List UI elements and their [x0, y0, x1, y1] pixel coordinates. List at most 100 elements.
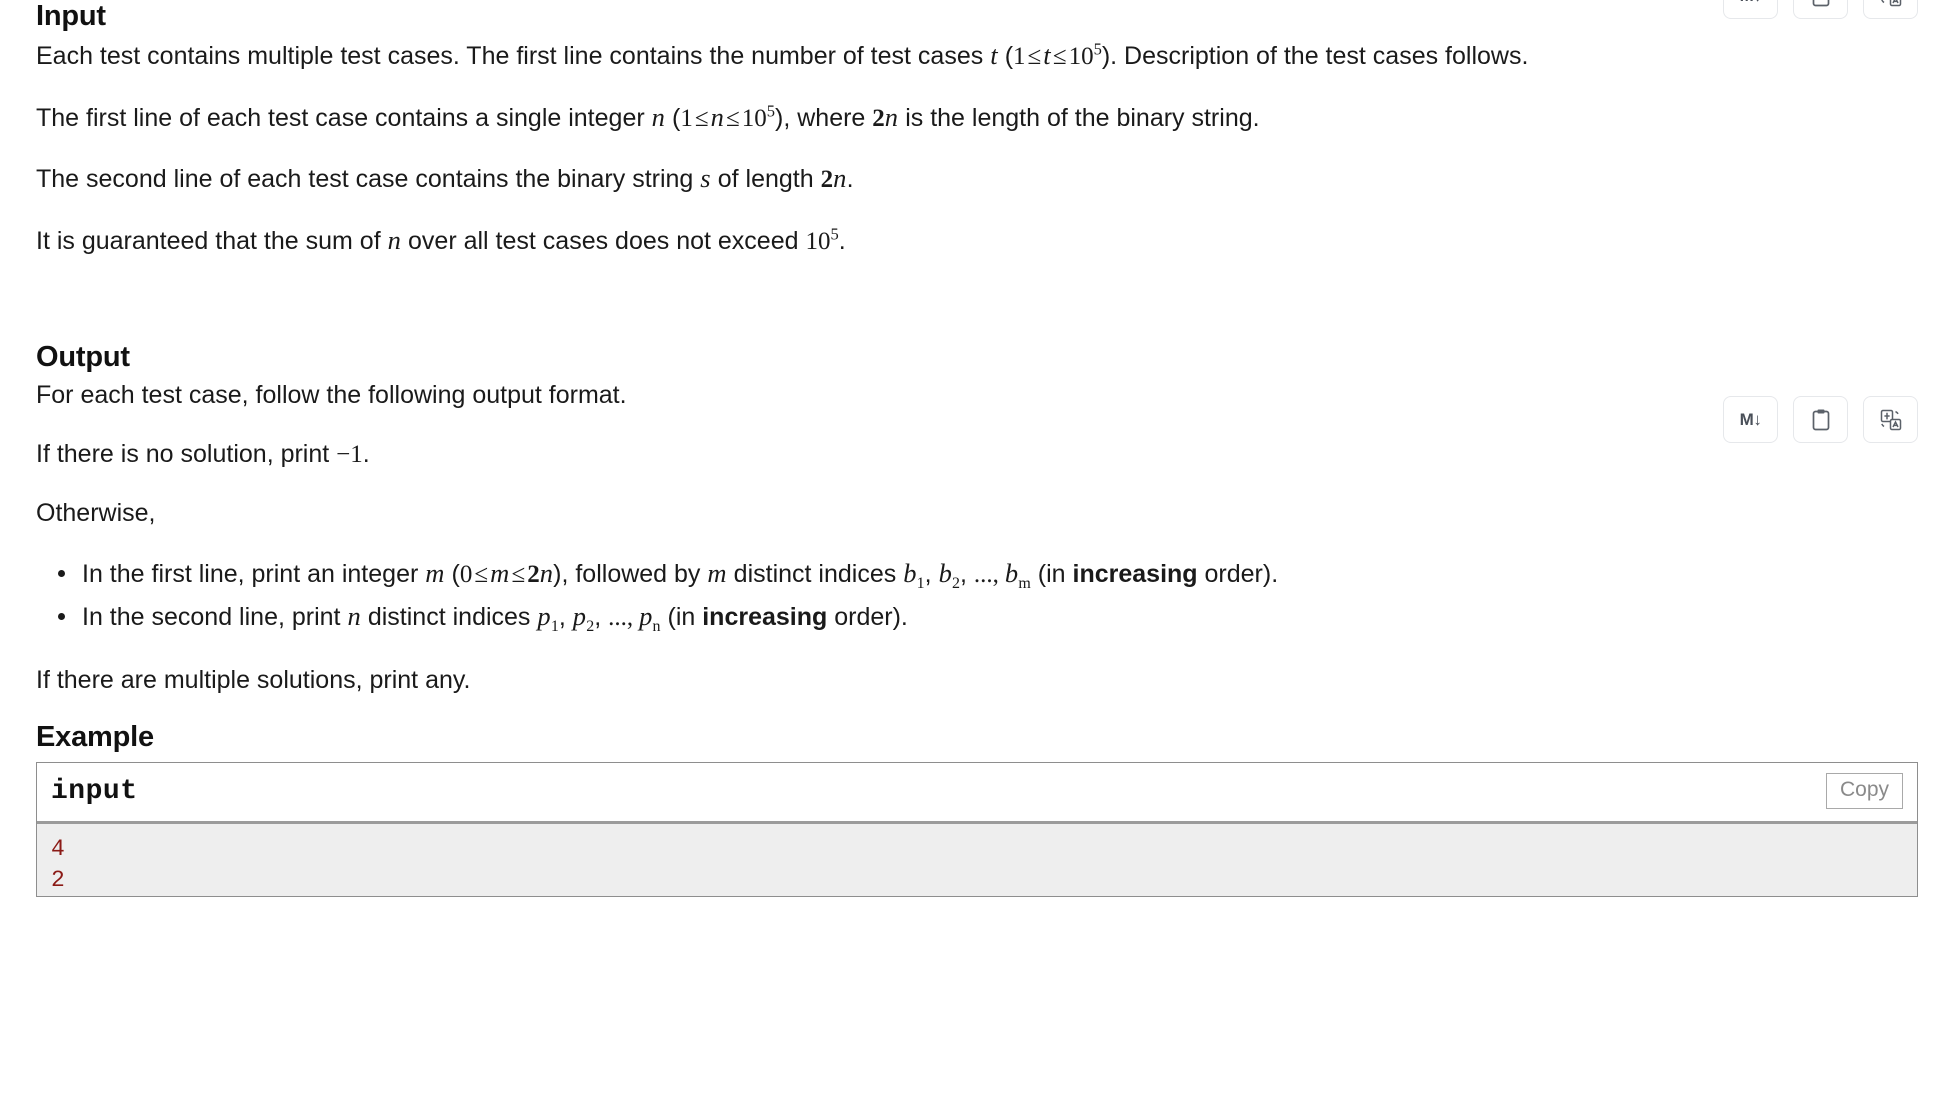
- math-le: ≤: [1027, 43, 1042, 70]
- math-var-p: p: [537, 601, 551, 632]
- translate-button[interactable]: [1863, 0, 1918, 19]
- text-run: .: [838, 226, 846, 255]
- math-num-10: 10: [1068, 43, 1094, 70]
- math-subscript: 1: [550, 618, 559, 636]
- math-var-s: s: [700, 163, 711, 193]
- math-num-2: 2: [527, 560, 540, 588]
- text-run: (: [997, 42, 1014, 70]
- list-item: In the second line, print n distinct ind…: [58, 598, 1918, 639]
- output-format-list: In the first line, print an integer m (0…: [36, 555, 1918, 639]
- math-num-10: 10: [805, 227, 831, 255]
- math-subscript: 2: [586, 618, 595, 636]
- translate-icon: [1880, 0, 1901, 6]
- math-num-0: 0: [459, 560, 473, 588]
- example-block-title: input: [51, 775, 138, 807]
- math-subscript: 2: [952, 574, 961, 592]
- math-exponent: 5: [766, 101, 776, 121]
- text-run: over all test cases does not exceed: [401, 226, 806, 255]
- text-run: ,: [924, 559, 939, 588]
- text-run: (in: [660, 603, 703, 632]
- math-subscript: 1: [916, 574, 925, 592]
- text-run: The first line of each test case contain…: [36, 103, 652, 132]
- output-section-heading: Output: [36, 341, 130, 373]
- math-var-t: t: [1043, 40, 1051, 70]
- text-run: ,: [960, 559, 974, 588]
- text-run: In the first line, print an integer: [82, 559, 426, 588]
- copy-button[interactable]: Copy: [1825, 773, 1903, 809]
- math-ellipsis: ...,: [973, 560, 999, 588]
- translate-icon: [1880, 409, 1901, 430]
- math-ellipsis: ...,: [608, 604, 634, 632]
- text-run: distinct indices: [726, 559, 904, 588]
- list-item: In the first line, print an integer m (0…: [58, 555, 1918, 596]
- text-run: Each test contains multiple test cases. …: [36, 42, 991, 70]
- math-var-n: n: [884, 101, 899, 132]
- math-exponent: 5: [830, 224, 839, 244]
- text-run: is the length of the binary string.: [898, 103, 1260, 132]
- math-var-n: n: [651, 101, 666, 132]
- math-le: ≤: [1052, 43, 1067, 70]
- input-section-heading: Input: [36, 0, 106, 32]
- text-run: ,: [594, 603, 609, 632]
- markdown-download-icon: M↓: [1740, 0, 1762, 6]
- markdown-download-button-output[interactable]: M↓: [1723, 396, 1778, 443]
- action-toolbar-top: M↓: [1723, 0, 1918, 19]
- math-num-2: 2: [872, 104, 885, 132]
- math-var-n: n: [347, 601, 361, 632]
- copy-clipboard-button-output[interactable]: [1793, 396, 1848, 443]
- markdown-download-icon: M↓: [1739, 409, 1762, 429]
- math-var-p: p: [639, 601, 653, 632]
- text-run: It is guaranteed that the sum of: [36, 226, 388, 255]
- example-code-body: 4 2: [37, 823, 1917, 896]
- text-run: ), followed by: [553, 559, 708, 588]
- copy-clipboard-button[interactable]: [1793, 0, 1848, 19]
- text-run: .: [846, 165, 854, 193]
- output-paragraph-2: If there is no solution, print −1.: [36, 437, 1836, 473]
- math-var-m: m: [425, 557, 445, 588]
- math-le: ≤: [694, 104, 709, 132]
- input-paragraph-4: It is guaranteed that the sum of n over …: [36, 222, 1836, 260]
- math-num-1: 1: [1013, 43, 1026, 70]
- math-num-1: 1: [680, 104, 693, 132]
- math-num-10: 10: [741, 104, 767, 132]
- text-run: The second line of each test case contai…: [36, 165, 701, 193]
- code-line: 4: [51, 835, 65, 862]
- code-line: 2: [51, 866, 65, 893]
- problem-statement-page: M↓ M↓: [0, 0, 1954, 897]
- math-var-b: b: [938, 557, 953, 588]
- emphasis-increasing: increasing: [702, 603, 828, 632]
- math-var-m: m: [490, 557, 510, 588]
- math-var-t: t: [990, 40, 998, 70]
- text-run: In the second line, print: [82, 603, 348, 632]
- math-var-n: n: [387, 224, 402, 255]
- markdown-download-button[interactable]: M↓: [1723, 0, 1778, 19]
- text-run: ), where: [775, 103, 873, 132]
- input-paragraph-2: The first line of each test case contain…: [36, 99, 1836, 137]
- text-run: (in: [1030, 559, 1073, 588]
- clipboard-icon: [1812, 0, 1829, 6]
- input-paragraph-3: The second line of each test case contai…: [36, 160, 1836, 198]
- text-run: .: [362, 439, 370, 468]
- input-paragraph-1: Each test contains multiple test cases. …: [36, 37, 1836, 75]
- output-paragraph-1: For each test case, follow the following…: [36, 381, 627, 409]
- text-run: order).: [827, 603, 908, 632]
- text-run: (: [444, 559, 460, 588]
- text-run: distinct indices: [360, 603, 538, 632]
- output-paragraph-4: If there are multiple solutions, print a…: [36, 665, 471, 694]
- math-var-n: n: [710, 101, 725, 132]
- emphasis-increasing: increasing: [1072, 559, 1198, 588]
- example-block-header: input Copy: [37, 763, 1917, 824]
- math-minus-one: −1: [336, 440, 363, 468]
- example-input-block: input Copy 4 2: [36, 762, 1918, 897]
- math-subscript: n: [652, 618, 661, 636]
- text-run: ,: [558, 603, 573, 632]
- math-le: ≤: [726, 104, 740, 132]
- text-run: If there is no solution, print: [36, 439, 337, 468]
- action-toolbar-output: M↓: [1723, 396, 1918, 443]
- math-var-p: p: [572, 601, 587, 632]
- math-var-b: b: [903, 557, 917, 588]
- text-run: order).: [1197, 559, 1279, 588]
- math-le: ≤: [511, 560, 526, 588]
- translate-button-output[interactable]: [1863, 396, 1918, 443]
